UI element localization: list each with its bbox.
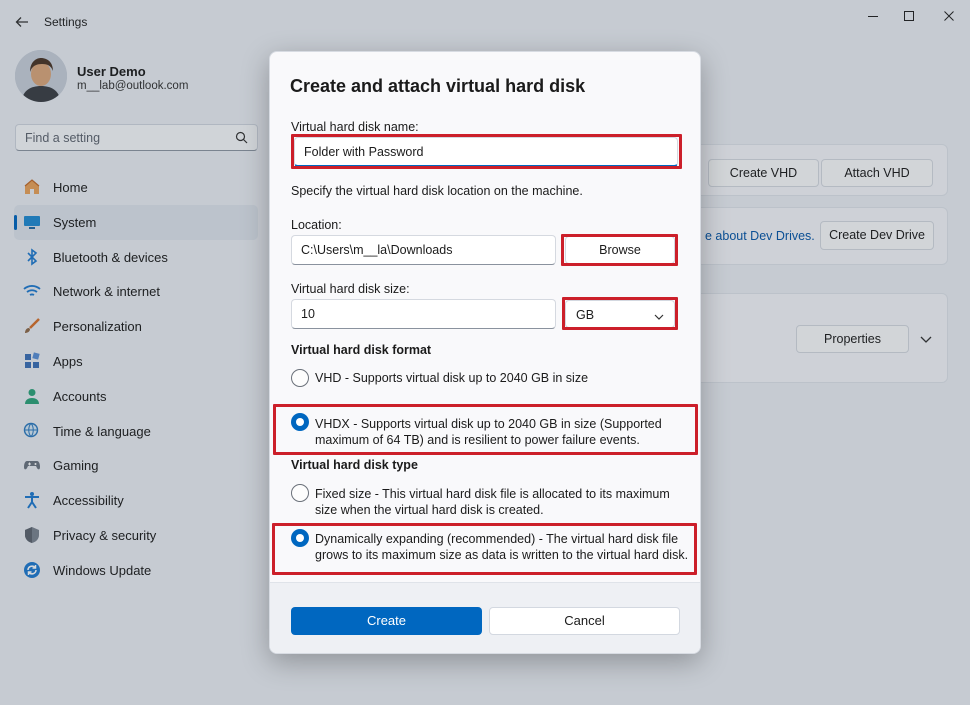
create-button[interactable]: Create	[291, 607, 482, 635]
location-label: Location:	[291, 218, 342, 232]
format-heading: Virtual hard disk format	[291, 343, 431, 357]
create-vhd-dialog: Create and attach virtual hard disk Virt…	[269, 51, 701, 654]
location-hint: Specify the virtual hard disk location o…	[291, 184, 583, 198]
name-label: Virtual hard disk name:	[291, 120, 419, 134]
dialog-title: Create and attach virtual hard disk	[290, 76, 585, 97]
fixed-size-radio[interactable]	[291, 484, 309, 502]
type-heading: Virtual hard disk type	[291, 458, 418, 472]
highlight-box	[562, 297, 678, 330]
size-label: Virtual hard disk size:	[291, 282, 410, 296]
fixed-size-line2: size when the virtual hard disk is creat…	[315, 502, 670, 518]
dialog-footer: Create Cancel	[270, 582, 701, 654]
highlight-box	[291, 134, 682, 169]
location-input[interactable]: C:\Users\m__la\Downloads	[291, 235, 556, 265]
fixed-size-label: Fixed size - This virtual hard disk file…	[315, 486, 670, 518]
size-input[interactable]: 10	[291, 299, 556, 329]
vhd-format-radio[interactable]	[291, 369, 309, 387]
highlight-box	[272, 523, 697, 575]
vhd-format-line1: VHD - Supports virtual disk up to 2040 G…	[315, 371, 588, 385]
highlight-box	[273, 404, 698, 455]
highlight-box	[561, 234, 678, 266]
cancel-button[interactable]: Cancel	[489, 607, 680, 635]
fixed-size-line1: Fixed size - This virtual hard disk file…	[315, 486, 670, 502]
vhd-format-label: VHD - Supports virtual disk up to 2040 G…	[315, 370, 588, 386]
